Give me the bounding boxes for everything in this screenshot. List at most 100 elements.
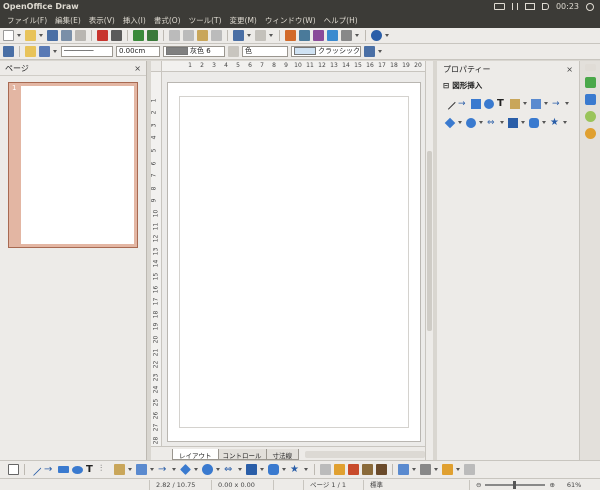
menu-modify[interactable]: 変更(M) (226, 15, 261, 26)
line-color-select[interactable]: 灰色 6 (163, 46, 225, 57)
area-color-select[interactable]: クラッシック (291, 46, 361, 57)
menu-view[interactable]: 表示(V) (85, 15, 119, 26)
zoom-control[interactable]: ⊖ ⊕ (470, 480, 561, 490)
zoom-icon[interactable] (341, 30, 352, 41)
connector-tool-icon[interactable] (531, 98, 541, 109)
edit-mode-icon[interactable] (75, 30, 86, 41)
new-document-icon[interactable] (3, 30, 14, 41)
spellcheck-icon[interactable] (133, 30, 144, 41)
status-doc-modified[interactable] (274, 479, 304, 490)
select-tool-icon[interactable] (8, 464, 19, 475)
rectangle-tool-icon[interactable] (471, 98, 481, 109)
tab-layout[interactable]: レイアウト (172, 449, 219, 460)
redo-dropdown[interactable] (269, 30, 274, 41)
page-style[interactable]: 標準 (364, 479, 470, 490)
zoom-slider[interactable] (485, 480, 546, 489)
new-dropdown[interactable] (17, 30, 22, 41)
shadow-dropdown[interactable] (378, 46, 383, 57)
undo-dropdown[interactable] (247, 30, 252, 41)
autospell-icon[interactable] (147, 30, 158, 41)
navigator-icon[interactable] (299, 30, 310, 41)
ellipse-tool-icon[interactable] (72, 465, 83, 474)
connector-dropdown[interactable] (150, 464, 155, 475)
chart-icon[interactable] (285, 30, 296, 41)
basic-shapes-icon[interactable] (444, 117, 456, 128)
arrange-dropdown[interactable] (456, 464, 461, 475)
horizontal-scrollbar[interactable] (305, 451, 425, 458)
zoom-dropdown[interactable] (355, 30, 360, 41)
pages-panel-close-button[interactable]: × (134, 64, 141, 73)
curve-dropdown[interactable] (523, 98, 528, 109)
text-tool-icon[interactable]: T (86, 464, 97, 475)
network-icon[interactable] (511, 3, 518, 10)
callouts-icon[interactable] (268, 464, 279, 475)
from-file-icon[interactable] (362, 464, 373, 475)
horizontal-ruler[interactable]: 1 2 3 4 5 6 7 8 9 10 11 12 13 14 15 16 17 18 19 20 (162, 61, 425, 72)
tab-dimension-lines[interactable]: 寸法線 (265, 449, 299, 460)
symbol-shapes-icon[interactable] (202, 464, 213, 475)
line-tool-icon[interactable] (29, 463, 42, 476)
curve-dropdown[interactable] (128, 464, 133, 475)
open-dropdown[interactable] (39, 30, 44, 41)
arrow-style-dropdown[interactable] (53, 46, 58, 57)
redo-icon[interactable] (255, 30, 266, 41)
vertical-scroll-thumb[interactable] (427, 151, 432, 331)
color-icon[interactable] (327, 30, 338, 41)
menu-window[interactable]: ウィンドウ(W) (261, 15, 320, 26)
rotate-icon[interactable] (398, 464, 409, 475)
line-icon[interactable] (25, 46, 36, 57)
clock[interactable]: 00:23 (556, 2, 579, 11)
flowchart-dropdown[interactable] (260, 464, 265, 475)
line-style-select[interactable]: ─────── (61, 46, 113, 57)
stars-dropdown[interactable] (304, 464, 309, 475)
callouts-icon[interactable] (529, 117, 539, 128)
save-icon[interactable] (47, 30, 58, 41)
undo-icon[interactable] (233, 30, 244, 41)
block-arrows-dropdown[interactable] (500, 117, 505, 128)
line-arrow-tool-icon[interactable]: → (552, 99, 562, 109)
drawing-page[interactable] (167, 82, 421, 442)
gallery-icon[interactable] (376, 464, 387, 475)
basic-shapes-dropdown[interactable] (194, 464, 199, 475)
line-tool-icon[interactable] (444, 97, 456, 110)
menu-insert[interactable]: 挿入(I) (119, 15, 150, 26)
zoom-in-icon[interactable]: ⊕ (549, 480, 554, 490)
print-icon[interactable] (111, 30, 122, 41)
copy-icon[interactable] (183, 30, 194, 41)
power-icon[interactable] (586, 2, 594, 11)
arrange-icon[interactable] (442, 464, 453, 475)
gallery-icon[interactable] (313, 30, 324, 41)
symbol-shapes-dropdown[interactable] (479, 117, 484, 128)
zoom-level[interactable]: 61% (561, 480, 587, 490)
connector-dropdown[interactable] (544, 98, 549, 109)
fontwork-icon[interactable] (348, 464, 359, 475)
sidebar-menu-icon[interactable] (584, 64, 596, 71)
menu-edit[interactable]: 編集(E) (51, 15, 85, 26)
export-pdf-icon[interactable] (97, 30, 108, 41)
flowchart-icon[interactable] (508, 117, 518, 128)
menu-tools[interactable]: ツール(T) (185, 15, 226, 26)
symbol-shapes-icon[interactable] (466, 117, 476, 128)
basic-shapes-dropdown[interactable] (458, 117, 463, 128)
open-folder-icon[interactable] (25, 30, 36, 41)
vertical-scrollbar[interactable] (425, 61, 433, 460)
volume-icon[interactable] (541, 3, 549, 10)
vertical-ruler[interactable]: 1 2 3 4 5 6 7 8 9 10 11 12 13 14 15 16 17 18 19 20 21 22 23 24 2… (151, 72, 162, 446)
flowchart-icon[interactable] (246, 464, 257, 475)
properties-close-button[interactable]: × (566, 65, 573, 74)
extrusion-icon[interactable] (464, 464, 475, 475)
zoom-slider-knob[interactable] (513, 480, 517, 489)
page-thumbnail[interactable]: 1 (8, 82, 138, 248)
help-icon[interactable] (371, 30, 382, 41)
arrow-tool-icon[interactable]: → (458, 99, 468, 109)
ellipse-tool-icon[interactable] (484, 98, 494, 109)
glue-points-icon[interactable] (334, 464, 345, 475)
line-width-field[interactable]: 0.00cm (116, 46, 160, 57)
paste-icon[interactable] (197, 30, 208, 41)
arrow-style-icon[interactable] (39, 46, 50, 57)
area-style-select[interactable]: 色 (242, 46, 288, 57)
shadow-icon[interactable] (364, 46, 375, 57)
vertical-text-icon[interactable]: ⫶ (100, 464, 111, 475)
text-tool-icon[interactable]: T (497, 98, 507, 109)
lines-arrows-dropdown[interactable] (172, 464, 177, 475)
